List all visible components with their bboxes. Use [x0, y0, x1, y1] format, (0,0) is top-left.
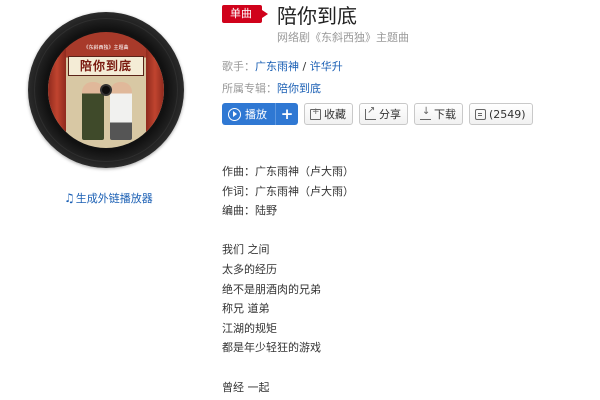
lyric-line: 称兄 道弟 [222, 302, 270, 316]
cover-title: 陪你到底 [68, 56, 144, 76]
share-button[interactable]: 分享 [359, 103, 408, 125]
download-button[interactable]: 下载 [414, 103, 463, 125]
lyric-line: 编曲：陆野 [222, 204, 277, 218]
song-subtitle: 网络剧《东斜西独》主题曲 [277, 31, 409, 44]
play-label: 播放 [245, 108, 267, 121]
disc-center-hole [102, 86, 110, 94]
lyrics-block: 作曲：广东雨神（卢大雨） 作词：广东雨神（卢大雨） 编曲：陆野 我们 之间 太多… [222, 162, 354, 397]
play-icon [228, 107, 241, 121]
generate-player-link[interactable]: ♫ 生成外链播放器 [64, 190, 153, 206]
share-label: 分享 [379, 108, 401, 121]
singer-link-2[interactable]: 许华升 [310, 60, 343, 73]
cover-figure-left [82, 82, 104, 140]
lyric-line: 曾经 一起 [222, 380, 270, 394]
lyric-line: 绝不是朋酒肉的兄弟 [222, 282, 321, 296]
play-button[interactable]: 播放 [222, 103, 275, 125]
music-note-icon: ♫ [64, 191, 75, 205]
singer-link-1[interactable]: 广东雨神 [255, 60, 299, 73]
cover-curtain-right [146, 32, 164, 148]
cover-figure-right [110, 82, 132, 140]
cover-small-text: 《东斜西独》主题曲 [83, 45, 129, 51]
singer-label: 歌手： [222, 60, 255, 73]
share-icon [365, 105, 376, 120]
generate-player-label: 生成外链播放器 [75, 192, 153, 205]
song-title: 陪你到底 [277, 4, 357, 28]
singer-separator: / [299, 60, 310, 73]
lyric-line: 我们 之间 [222, 243, 270, 257]
lyric-gap [222, 358, 354, 378]
album-link[interactable]: 陪你到底 [277, 82, 321, 95]
favorite-icon [310, 107, 321, 120]
comment-count: (2549) [489, 107, 526, 121]
play-button-group: 播放 + [222, 103, 298, 125]
singer-row: 歌手：广东雨神 / 许华升 [222, 58, 343, 74]
add-to-playlist-button[interactable]: + [275, 103, 298, 125]
lyric-line: 作词：广东雨神（卢大雨） [222, 184, 354, 198]
lyric-line: 江湖的规矩 [222, 321, 277, 335]
album-row: 所属专辑：陪你到底 [222, 80, 321, 96]
lyric-line: 太多的经历 [222, 262, 277, 276]
cover-curtain-left [48, 32, 66, 148]
album-label: 所属专辑： [222, 82, 277, 95]
download-label: 下载 [434, 108, 456, 121]
lyric-line: 都是年少轻狂的游戏 [222, 341, 321, 355]
lyric-gap [222, 221, 354, 241]
favorite-button[interactable]: 收藏 [304, 103, 353, 125]
lyric-line: 作曲：广东雨神（卢大雨） [222, 165, 354, 178]
comment-button[interactable]: (2549) [469, 103, 533, 125]
favorite-label: 收藏 [324, 108, 346, 121]
action-bar: 播放 + 收藏 分享 下载 (2549) [222, 103, 539, 125]
comment-icon [475, 108, 486, 120]
single-badge: 单曲 [222, 5, 268, 23]
download-icon [420, 106, 431, 120]
